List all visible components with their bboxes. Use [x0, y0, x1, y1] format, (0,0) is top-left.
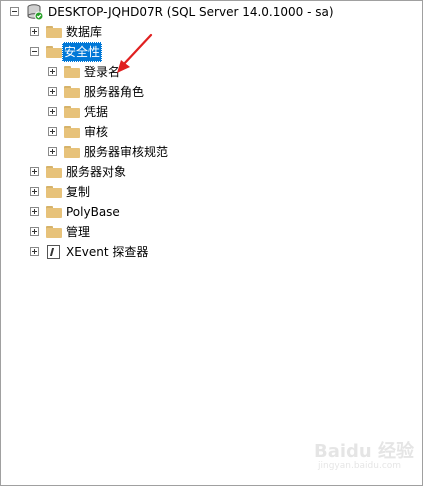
expand-icon[interactable] — [48, 67, 57, 76]
xevent-label: XEvent 探查器 — [66, 245, 149, 259]
server-icon — [27, 4, 44, 21]
expand-icon[interactable] — [30, 207, 39, 216]
folder-icon — [64, 66, 80, 78]
audit-specs-label: 服务器审核规范 — [84, 145, 169, 159]
object-explorer-panel: DESKTOP-JQHD07R (SQL Server 14.0.1000 - … — [0, 0, 423, 486]
expand-icon[interactable] — [48, 87, 57, 96]
folder-icon — [64, 146, 80, 158]
folder-icon — [64, 126, 80, 138]
folder-icon — [64, 86, 80, 98]
watermark: Baidu 经验 jingyan.baidu.com — [314, 437, 414, 477]
expand-icon[interactable] — [30, 27, 39, 36]
expand-icon[interactable] — [30, 247, 39, 256]
expand-icon[interactable] — [30, 187, 39, 196]
replication-label: 复制 — [66, 185, 91, 199]
expand-icon[interactable] — [30, 227, 39, 236]
folder-icon — [46, 206, 62, 218]
polybase-label: PolyBase — [66, 205, 120, 219]
annotation-arrow-icon — [117, 33, 153, 73]
folder-icon — [46, 166, 62, 178]
server-label: DESKTOP-JQHD07R (SQL Server 14.0.1000 - … — [48, 5, 334, 19]
xevent-icon — [47, 245, 60, 259]
databases-label: 数据库 — [66, 25, 103, 39]
credentials-label: 凭据 — [84, 105, 109, 119]
expand-icon[interactable] — [48, 127, 57, 136]
expand-icon[interactable] — [48, 107, 57, 116]
folder-icon — [46, 226, 62, 238]
collapse-icon[interactable] — [10, 7, 19, 16]
folder-icon — [46, 26, 62, 38]
expand-icon[interactable] — [30, 167, 39, 176]
folder-icon — [46, 186, 62, 198]
folder-icon — [46, 46, 62, 58]
watermark-text: Baidu 经验 — [314, 441, 415, 462]
server-roles-label: 服务器角色 — [84, 85, 145, 99]
audits-label: 审核 — [84, 125, 109, 139]
watermark-sub: jingyan.baidu.com — [318, 461, 402, 471]
server-objects-label: 服务器对象 — [66, 165, 127, 179]
management-label: 管理 — [66, 225, 91, 239]
expand-icon[interactable] — [48, 147, 57, 156]
collapse-icon[interactable] — [30, 47, 39, 56]
security-label: 安全性 — [62, 42, 103, 62]
folder-icon — [64, 106, 80, 118]
